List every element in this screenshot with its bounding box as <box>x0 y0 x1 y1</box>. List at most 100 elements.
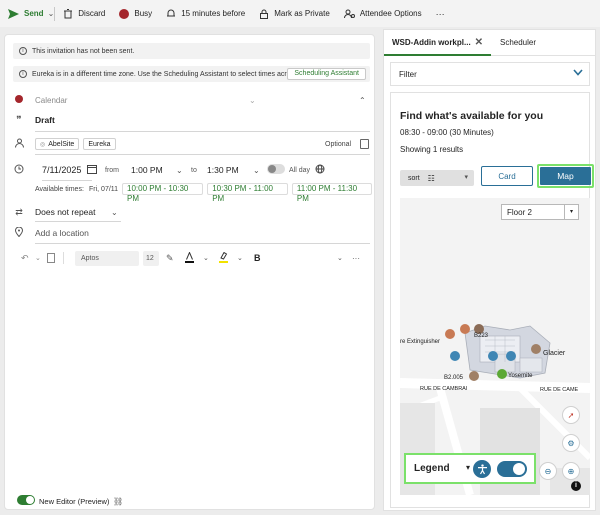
location-pin-icon <box>13 226 25 239</box>
busy-status-button[interactable]: Busy <box>119 8 152 19</box>
end-time-select[interactable]: 1:30 PM <box>207 165 239 175</box>
divider <box>35 154 370 155</box>
scheduling-assistant-button[interactable]: Scheduling Assistant <box>287 68 366 80</box>
highlighter-icon[interactable] <box>219 251 228 265</box>
filter-dropdown[interactable]: Filter <box>390 62 590 86</box>
send-options-chevron-icon[interactable]: ⌄ <box>48 9 55 18</box>
clock-icon <box>13 164 25 176</box>
legend-toggle[interactable] <box>497 461 527 477</box>
lock-icon <box>260 9 269 19</box>
mark-private-button[interactable]: Mark as Private <box>259 9 330 19</box>
link-icon[interactable]: ⛓ <box>113 497 123 506</box>
chevron-down-icon[interactable]: ⌄ <box>253 166 260 175</box>
date-picker[interactable]: 7/11/2025 <box>42 165 81 175</box>
info-icon: i <box>19 70 27 78</box>
address-book-icon[interactable] <box>360 139 369 149</box>
divider <box>54 6 56 21</box>
tab-label: WSD-Addin workpl... <box>392 37 471 47</box>
addin-panel: WSD-Addin workpl... ✕ Scheduler Filter F… <box>383 29 596 511</box>
calendar-chevron-icon[interactable]: ⌄ <box>249 96 256 105</box>
calendar-color-icon <box>13 95 25 105</box>
all-day-toggle[interactable] <box>267 164 285 176</box>
send-label: Send <box>24 9 44 18</box>
busy-status-icon <box>119 8 130 19</box>
attendee-options-label: Attendee Options <box>359 9 422 18</box>
map-view-button[interactable]: Map <box>540 167 591 185</box>
chevron-down-icon[interactable]: ⌄ <box>203 254 209 262</box>
collapse-chevron-icon[interactable]: ⌃ <box>359 96 366 105</box>
undo-icon[interactable]: ↶ <box>21 253 29 264</box>
available-slot-button[interactable]: 10:00 PM - 10:30 PM <box>122 183 204 203</box>
new-editor-toggle[interactable] <box>17 495 35 507</box>
addin-tabs: WSD-Addin workpl... ✕ Scheduler <box>384 30 595 56</box>
map-view-highlight: Map <box>537 164 594 188</box>
bell-icon <box>167 9 176 16</box>
sort-label: sort <box>408 174 420 182</box>
tab-scheduler[interactable]: Scheduler <box>500 38 536 47</box>
divider <box>35 221 121 222</box>
results-card: Find what's available for you 08:30 - 09… <box>390 92 594 508</box>
gear-icon[interactable]: ⚙ <box>562 434 580 452</box>
editor-footer: New Editor (Preview) ⛓ <box>5 494 376 508</box>
chevron-down-icon[interactable]: ▾ <box>466 463 470 472</box>
info-icon[interactable]: i <box>571 481 581 491</box>
chevron-down-icon: ▾ <box>464 174 468 181</box>
calendar-row: Calendar ⌄ ⌃ <box>5 93 376 107</box>
attendee-chips: ◎ AbelSite Eureka <box>35 138 120 150</box>
more-icon[interactable]: ··· <box>352 254 360 263</box>
bold-button[interactable]: B <box>254 253 261 263</box>
zoom-in-icon[interactable]: ⊕ <box>562 462 580 480</box>
calendar-select[interactable]: Calendar <box>35 96 67 105</box>
new-editor-label: New Editor (Preview) <box>39 496 110 506</box>
tab-wsd-addin[interactable]: WSD-Addin workpl... ✕ <box>384 30 491 56</box>
chevron-down-icon[interactable]: ⌄ <box>176 166 183 175</box>
font-size-select[interactable]: 12 <box>143 250 159 266</box>
repeat-row: ⇄ Does not repeat ⌄ <box>5 205 376 219</box>
send-button[interactable]: Send <box>8 8 44 19</box>
more-options-button[interactable]: ··· <box>436 9 445 19</box>
legend-label[interactable]: Legend <box>414 463 450 474</box>
chevron-down-icon[interactable]: ⌄ <box>237 254 243 262</box>
timezone-text: Eureka is in a different time zone. Use … <box>32 70 297 78</box>
repeat-select[interactable]: Does not repeat <box>35 207 95 217</box>
font-family-select[interactable]: Aptos <box>75 250 139 266</box>
all-day-label: All day <box>289 166 311 174</box>
font-color-icon[interactable] <box>185 250 194 265</box>
close-icon[interactable]: ✕ <box>475 37 483 48</box>
map-label: Glacier <box>543 350 566 357</box>
sort-button[interactable]: sort ☷ ▾ <box>400 170 474 186</box>
to-label: to <box>191 166 197 174</box>
format-painter-icon[interactable]: ✎ <box>166 253 174 264</box>
card-view-button[interactable]: Card <box>481 166 533 186</box>
chevron-down-icon[interactable]: ⌄ <box>35 254 41 262</box>
results-count: Showing 1 results <box>400 145 464 154</box>
location-input[interactable]: Add a location <box>35 228 89 238</box>
discard-button[interactable]: Discard <box>63 8 105 19</box>
compass-icon[interactable]: ➚ <box>562 406 580 424</box>
map-label: Yosemite <box>508 373 533 379</box>
accessibility-icon[interactable] <box>473 460 491 478</box>
chevron-down-icon[interactable]: ⌄ <box>337 254 343 262</box>
map-label: re Extinguisher <box>400 339 441 345</box>
available-slots: 10:00 PM - 10:30 PM 10:30 PM - 11:00 PM … <box>122 183 376 203</box>
zoom-out-icon[interactable]: ⊖ <box>539 462 557 480</box>
optional-attendees-link[interactable]: Optional <box>325 141 351 148</box>
clipboard-icon[interactable] <box>47 253 55 263</box>
attendee-chip[interactable]: Eureka <box>83 138 116 150</box>
filter-label: Filter <box>399 69 417 79</box>
map-label: B223 <box>474 333 489 339</box>
map-canvas <box>400 324 590 495</box>
reminder-button[interactable]: 15 minutes before <box>166 9 245 19</box>
attendee-chip[interactable]: ◎ AbelSite <box>35 138 80 150</box>
compose-panel: i This invitation has not been sent. i E… <box>4 34 375 510</box>
floor-map[interactable]: Floor 2 ▾ re Extinguisher B223 Glacier B… <box>400 198 590 495</box>
not-sent-banner: i This invitation has not been sent. <box>13 43 370 59</box>
available-slot-button[interactable]: 11:00 PM - 11:30 PM <box>291 183 372 203</box>
start-time-select[interactable]: 1:00 PM <box>131 165 163 175</box>
title-input[interactable]: Draft <box>35 115 55 125</box>
attendee-options-button[interactable]: Attendee Options <box>343 9 422 19</box>
available-slot-button[interactable]: 10:30 PM - 11:00 PM <box>207 183 288 203</box>
calendar-icon[interactable] <box>87 164 97 176</box>
chevron-down-icon[interactable]: ⌄ <box>111 208 118 217</box>
globe-icon[interactable] <box>315 164 325 176</box>
